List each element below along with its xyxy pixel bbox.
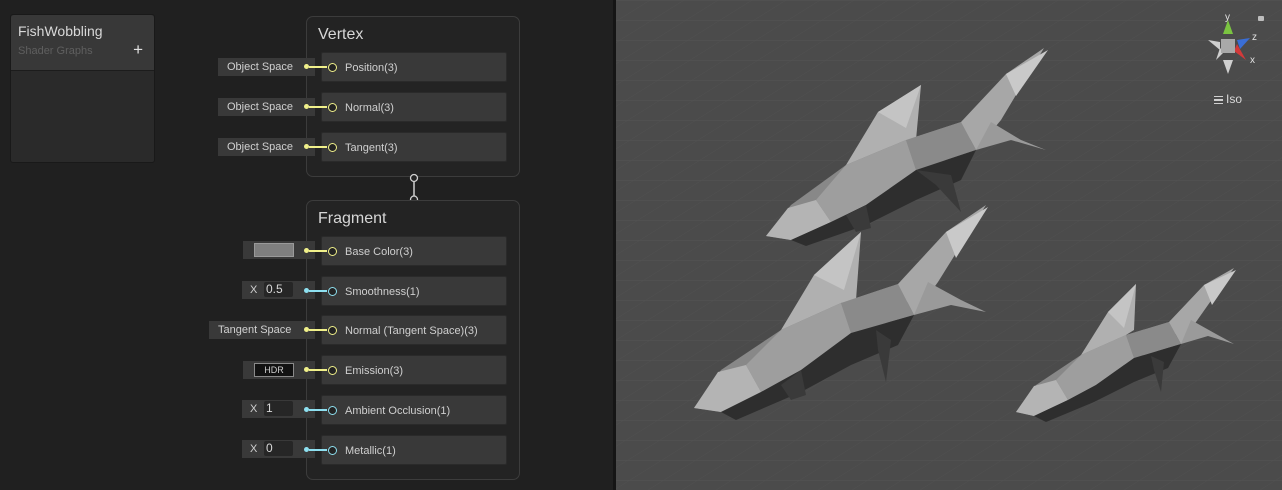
block-ambient-occlusion[interactable]: Ambient Occlusion(1) — [321, 395, 507, 425]
shader-graph-canvas[interactable]: FishWobbling Shader Graphs + Vertex Posi… — [0, 0, 613, 490]
scene-preview-viewport[interactable]: y z x Iso — [616, 0, 1282, 490]
axis-label: X — [250, 403, 258, 415]
ambient-occlusion-port[interactable] — [328, 406, 337, 415]
position-wire — [309, 66, 327, 68]
axis-label: X — [250, 443, 258, 455]
ambient-occlusion-wire — [309, 409, 327, 411]
tangent-port[interactable] — [328, 143, 337, 152]
axis-label: X — [250, 284, 258, 296]
block-emission[interactable]: Emission(3) — [321, 355, 507, 385]
color-swatch[interactable] — [254, 243, 294, 257]
block-label: Base Color(3) — [345, 246, 413, 258]
metallic-wire — [309, 449, 327, 451]
graph-title: FishWobbling — [18, 23, 103, 39]
block-smoothness[interactable]: Smoothness(1) — [321, 276, 507, 306]
add-property-button[interactable]: + — [133, 41, 143, 58]
smoothness-value-input[interactable]: 0.5 — [264, 282, 293, 297]
block-label: Normal (Tangent Space)(3) — [345, 325, 478, 337]
projection-label: Iso — [1225, 92, 1242, 106]
scene-render: y z x — [616, 0, 1282, 490]
metallic-value-input[interactable]: 0 — [264, 441, 293, 456]
dropdown-value: Tangent Space — [218, 324, 292, 336]
block-metallic[interactable]: Metallic(1) — [321, 435, 507, 465]
normal-ts-space-dropdown[interactable]: Tangent Space — [209, 321, 315, 339]
smoothness-wire — [309, 290, 327, 292]
hamburger-icon — [1213, 94, 1223, 107]
base-color-wire — [309, 250, 327, 252]
normal-space-dropdown[interactable]: Object Space — [218, 98, 315, 116]
emission-port[interactable] — [328, 366, 337, 375]
block-position[interactable]: Position(3) — [321, 52, 507, 82]
metallic-port[interactable] — [328, 446, 337, 455]
gizmo-z-label: z — [1252, 32, 1257, 43]
position-port[interactable] — [328, 63, 337, 72]
normal-ts-port[interactable] — [328, 326, 337, 335]
smoothness-port[interactable] — [328, 287, 337, 296]
dropdown-value: Object Space — [227, 101, 294, 113]
hdr-color-swatch[interactable]: HDR — [254, 363, 294, 377]
tangent-space-dropdown[interactable]: Object Space — [218, 138, 315, 156]
projection-toggle[interactable]: Iso — [1213, 92, 1242, 107]
block-label: Position(3) — [345, 62, 398, 74]
block-base-color[interactable]: Base Color(3) — [321, 236, 507, 266]
emission-wire — [309, 369, 327, 371]
ambient-occlusion-value-input[interactable]: 1 — [264, 401, 293, 416]
normal-port[interactable] — [328, 103, 337, 112]
normal-ts-wire — [309, 329, 327, 331]
dropdown-value: Object Space — [227, 141, 294, 153]
fragment-context-title: Fragment — [318, 210, 387, 227]
dropdown-value: Object Space — [227, 61, 294, 73]
block-label: Ambient Occlusion(1) — [345, 405, 451, 417]
normal-wire — [309, 106, 327, 108]
block-label: Tangent(3) — [345, 142, 398, 154]
tangent-wire — [309, 146, 327, 148]
graph-category: Shader Graphs — [18, 45, 93, 57]
blackboard-panel: FishWobbling Shader Graphs + — [10, 14, 155, 163]
block-label: Smoothness(1) — [345, 286, 420, 298]
block-label: Normal(3) — [345, 102, 394, 114]
blackboard-header: FishWobbling Shader Graphs + — [11, 15, 154, 71]
base-color-port[interactable] — [328, 247, 337, 256]
gizmo-x-label: x — [1250, 55, 1255, 66]
block-normal[interactable]: Normal(3) — [321, 92, 507, 122]
block-label: Emission(3) — [345, 365, 404, 377]
position-space-dropdown[interactable]: Object Space — [218, 58, 315, 76]
vertex-context-title: Vertex — [318, 26, 364, 43]
fragment-context[interactable]: Fragment Base Color(3) Smoothness(1) Nor… — [306, 200, 520, 480]
block-tangent[interactable]: Tangent(3) — [321, 132, 507, 162]
gizmo-y-label: y — [1225, 12, 1230, 23]
block-label: Metallic(1) — [345, 445, 396, 457]
vertex-context[interactable]: Vertex Position(3) Normal(3) Tangent(3) — [306, 16, 520, 177]
lock-icon[interactable] — [1258, 16, 1264, 21]
block-normal-tangent[interactable]: Normal (Tangent Space)(3) — [321, 315, 507, 345]
